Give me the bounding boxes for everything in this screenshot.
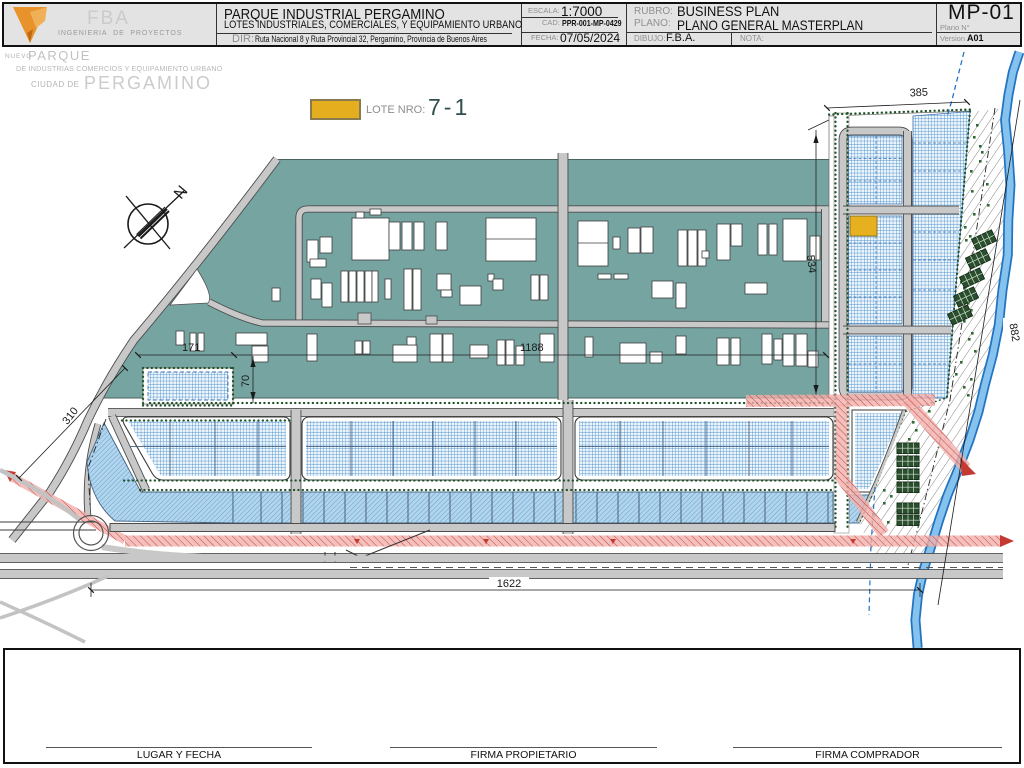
svg-text:70: 70 — [240, 375, 252, 387]
svg-text:1622: 1622 — [497, 578, 521, 590]
svg-text:310: 310 — [60, 405, 81, 427]
svg-text:1188: 1188 — [520, 342, 544, 354]
svg-text:534: 534 — [804, 254, 818, 274]
svg-text:385: 385 — [909, 87, 928, 100]
svg-text:171: 171 — [182, 342, 200, 354]
